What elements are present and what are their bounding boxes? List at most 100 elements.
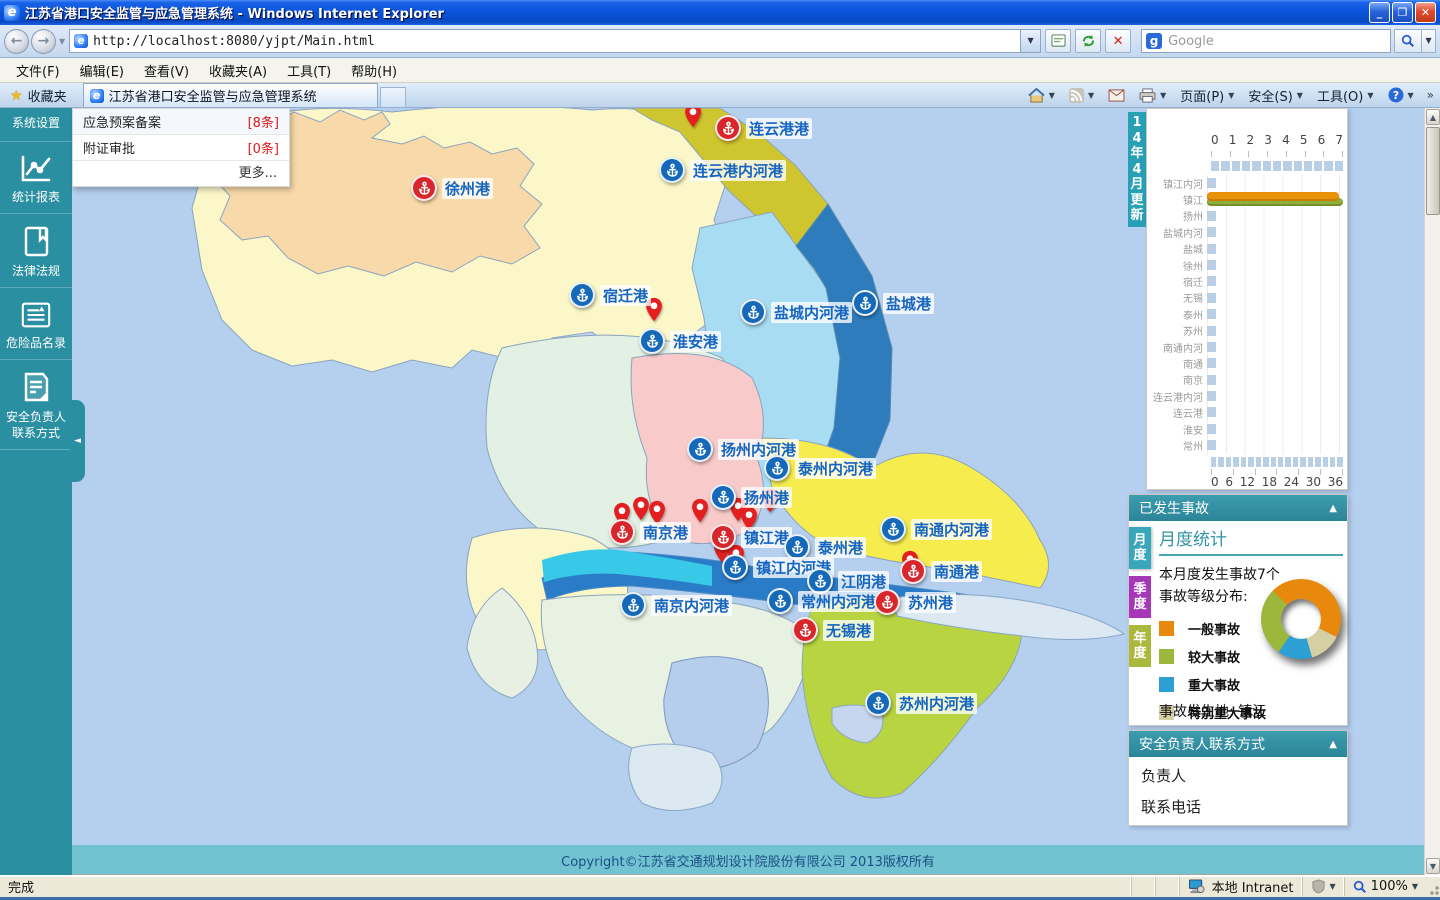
- port-marker-连云港港[interactable]: 连云港港: [715, 115, 812, 141]
- stop-button[interactable]: ✕: [1105, 29, 1131, 53]
- scroll-up-button[interactable]: ▲: [1426, 109, 1440, 125]
- tools-menu-button[interactable]: 工具(O)▼: [1310, 84, 1381, 107]
- recent-pages-dropdown[interactable]: ▼: [59, 37, 65, 46]
- sidebar-collapse-tab[interactable]: ◄: [70, 400, 85, 482]
- port-marker-苏州港[interactable]: 苏州港: [874, 589, 956, 615]
- port-marker-苏州内河港[interactable]: 苏州内河港: [865, 690, 977, 716]
- sidebar-item-stats-report[interactable]: 统计报表: [0, 142, 72, 214]
- port-marker-盐城港[interactable]: 盐城港: [852, 290, 934, 316]
- menu-item-文件(F)[interactable]: 文件(F): [6, 58, 70, 83]
- safety-menu-button[interactable]: 安全(S)▼: [1241, 84, 1310, 107]
- collapse-icon[interactable]: ▲: [1329, 739, 1337, 750]
- accident-pin[interactable]: [683, 108, 703, 128]
- new-tab-button[interactable]: [380, 87, 406, 107]
- menu-item-工具(T)[interactable]: 工具(T): [277, 58, 341, 83]
- home-button[interactable]: ▼: [1021, 86, 1062, 105]
- chart-category-label: 南京: [1147, 372, 1207, 387]
- vertical-scrollbar[interactable]: ▲ ▼: [1424, 108, 1440, 875]
- sidebar-item-laws[interactable]: 法律法规: [0, 214, 72, 288]
- page-menu-button[interactable]: 页面(P)▼: [1173, 84, 1241, 107]
- contact-panel-title: 安全负责人联系方式: [1139, 734, 1265, 754]
- page-content: 连云港港连云港内河港徐州港宿迁港盐城港盐城内河港淮安港扬州内河港泰州内河港扬州港…: [0, 108, 1440, 875]
- scroll-thumb[interactable]: [1426, 127, 1440, 215]
- list-icon: [2, 300, 70, 330]
- port-marker-南京内河港[interactable]: 南京内河港: [620, 592, 732, 618]
- notice-row[interactable]: 附证审批[0条]: [73, 135, 289, 161]
- accidents-panel-header[interactable]: 已发生事故 ▲: [1129, 495, 1347, 521]
- contact-panel-header[interactable]: 安全负责人联系方式 ▲: [1129, 731, 1347, 757]
- tab-active[interactable]: e 江苏省港口安全监管与应急管理系统: [83, 83, 378, 107]
- magnifier-icon: [1401, 34, 1415, 48]
- notice-row[interactable]: 应急预案备案[8条]: [73, 109, 289, 135]
- search-options-dropdown[interactable]: ▼: [1422, 29, 1436, 53]
- minimize-button[interactable]: _: [1369, 2, 1390, 23]
- mail-button[interactable]: [1101, 87, 1132, 104]
- resize-grip[interactable]: [1426, 877, 1440, 896]
- port-marker-泰州内河港[interactable]: 泰州内河港: [764, 455, 876, 481]
- period-tab-季度[interactable]: 季 度: [1129, 576, 1151, 618]
- compatibility-view-button[interactable]: [1045, 29, 1071, 53]
- overflow-chevron[interactable]: »: [1421, 88, 1440, 102]
- port-marker-南通内河港[interactable]: 南通内河港: [880, 516, 992, 542]
- legend-label: 一般事故: [1188, 619, 1240, 638]
- accident-pin[interactable]: [690, 498, 710, 523]
- back-button[interactable]: ←: [4, 29, 29, 54]
- map-pin-icon: [690, 498, 710, 523]
- port-marker-常州内河港[interactable]: 常州内河港: [767, 588, 879, 614]
- address-dropdown-button[interactable]: ▼: [1021, 29, 1041, 53]
- sidebar-item-safety-contact[interactable]: 安全负责人联系方式: [0, 360, 72, 450]
- help-button[interactable]: ?▼: [1381, 85, 1421, 105]
- port-label: 无锡港: [823, 620, 874, 641]
- anchor-icon: [716, 530, 731, 545]
- zoom-control[interactable]: 100% ▼: [1344, 877, 1426, 896]
- protected-mode-button[interactable]: ▼: [1302, 877, 1344, 896]
- port-marker-淮安港[interactable]: 淮安港: [639, 328, 721, 354]
- address-input[interactable]: e http://localhost:8080/yjpt/Main.html: [69, 29, 1021, 53]
- shield-icon: [1311, 879, 1326, 894]
- close-button[interactable]: ✕: [1415, 2, 1436, 23]
- port-marker-无锡港[interactable]: 无锡港: [792, 617, 874, 643]
- chart-plot: [1207, 339, 1345, 355]
- scroll-down-button[interactable]: ▼: [1426, 858, 1440, 874]
- menu-bar: 文件(F)编辑(E)查看(V)收藏夹(A)工具(T)帮助(H): [0, 58, 1440, 83]
- search-input[interactable]: g Google: [1141, 29, 1391, 53]
- port-marker-扬州港[interactable]: 扬州港: [710, 484, 792, 510]
- chart-top-ticks: [1211, 151, 1343, 157]
- search-button[interactable]: [1394, 29, 1422, 53]
- restore-button[interactable]: ❐: [1392, 2, 1413, 23]
- forward-button[interactable]: →: [31, 29, 56, 54]
- feeds-button[interactable]: ▼: [1062, 86, 1101, 105]
- security-zone[interactable]: 本地 Intranet: [1179, 877, 1302, 896]
- port-marker-宿迁港[interactable]: 宿迁港: [569, 282, 651, 308]
- menu-item-查看(V)[interactable]: 查看(V): [134, 58, 199, 83]
- period-tab-年度[interactable]: 年 度: [1129, 625, 1151, 667]
- sidebar-item-system-settings[interactable]: 系统设置: [0, 108, 72, 142]
- port-marker-徐州港[interactable]: 徐州港: [411, 175, 493, 201]
- chart-category-label: 镇江内河: [1147, 176, 1207, 191]
- sidebar-item-hazard-list[interactable]: 危险品名录: [0, 288, 72, 360]
- period-tab-月度[interactable]: 月 度: [1129, 527, 1151, 569]
- port-marker-南通港[interactable]: 南通港: [900, 558, 982, 584]
- port-marker-盐城内河港[interactable]: 盐城内河港: [740, 299, 852, 325]
- port-label: 徐州港: [442, 178, 493, 199]
- favorites-button[interactable]: ★ 收藏夹: [0, 84, 77, 107]
- anchor-icon: [871, 696, 886, 711]
- axis-tick-label: 0: [1211, 133, 1219, 147]
- zero-stub: [1207, 178, 1216, 188]
- print-button[interactable]: ▼: [1132, 86, 1173, 105]
- menu-item-编辑(E)[interactable]: 编辑(E): [70, 58, 134, 83]
- port-marker-连云港内河港[interactable]: 连云港内河港: [659, 157, 786, 183]
- collapse-icon[interactable]: ▲: [1329, 503, 1337, 514]
- chart-plot: [1207, 404, 1345, 420]
- port-marker-镇江港[interactable]: 镇江港: [710, 524, 792, 550]
- notice-more-link[interactable]: 更多...: [73, 161, 289, 186]
- sidebar-item-label: 危险品名录: [2, 335, 70, 351]
- chart-bottom-strip: [1211, 457, 1343, 467]
- refresh-button[interactable]: [1075, 29, 1101, 53]
- port-marker-南京港[interactable]: 南京港: [609, 519, 691, 545]
- chart-row-淮安: 淮安: [1147, 421, 1345, 437]
- menu-item-帮助(H)[interactable]: 帮助(H): [341, 58, 407, 83]
- menu-item-收藏夹(A)[interactable]: 收藏夹(A): [199, 58, 277, 83]
- anchor-icon: [906, 564, 921, 579]
- sidebar-item-label: 统计报表: [2, 189, 70, 205]
